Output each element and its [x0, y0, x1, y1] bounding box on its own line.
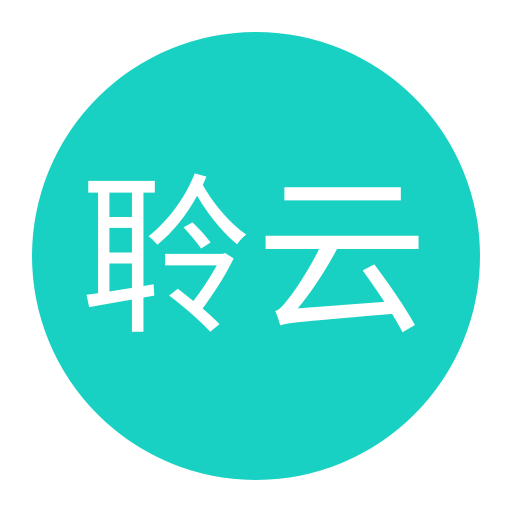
app-logo-icon: 聆云	[32, 32, 480, 480]
logo-text: 聆云	[80, 158, 432, 359]
